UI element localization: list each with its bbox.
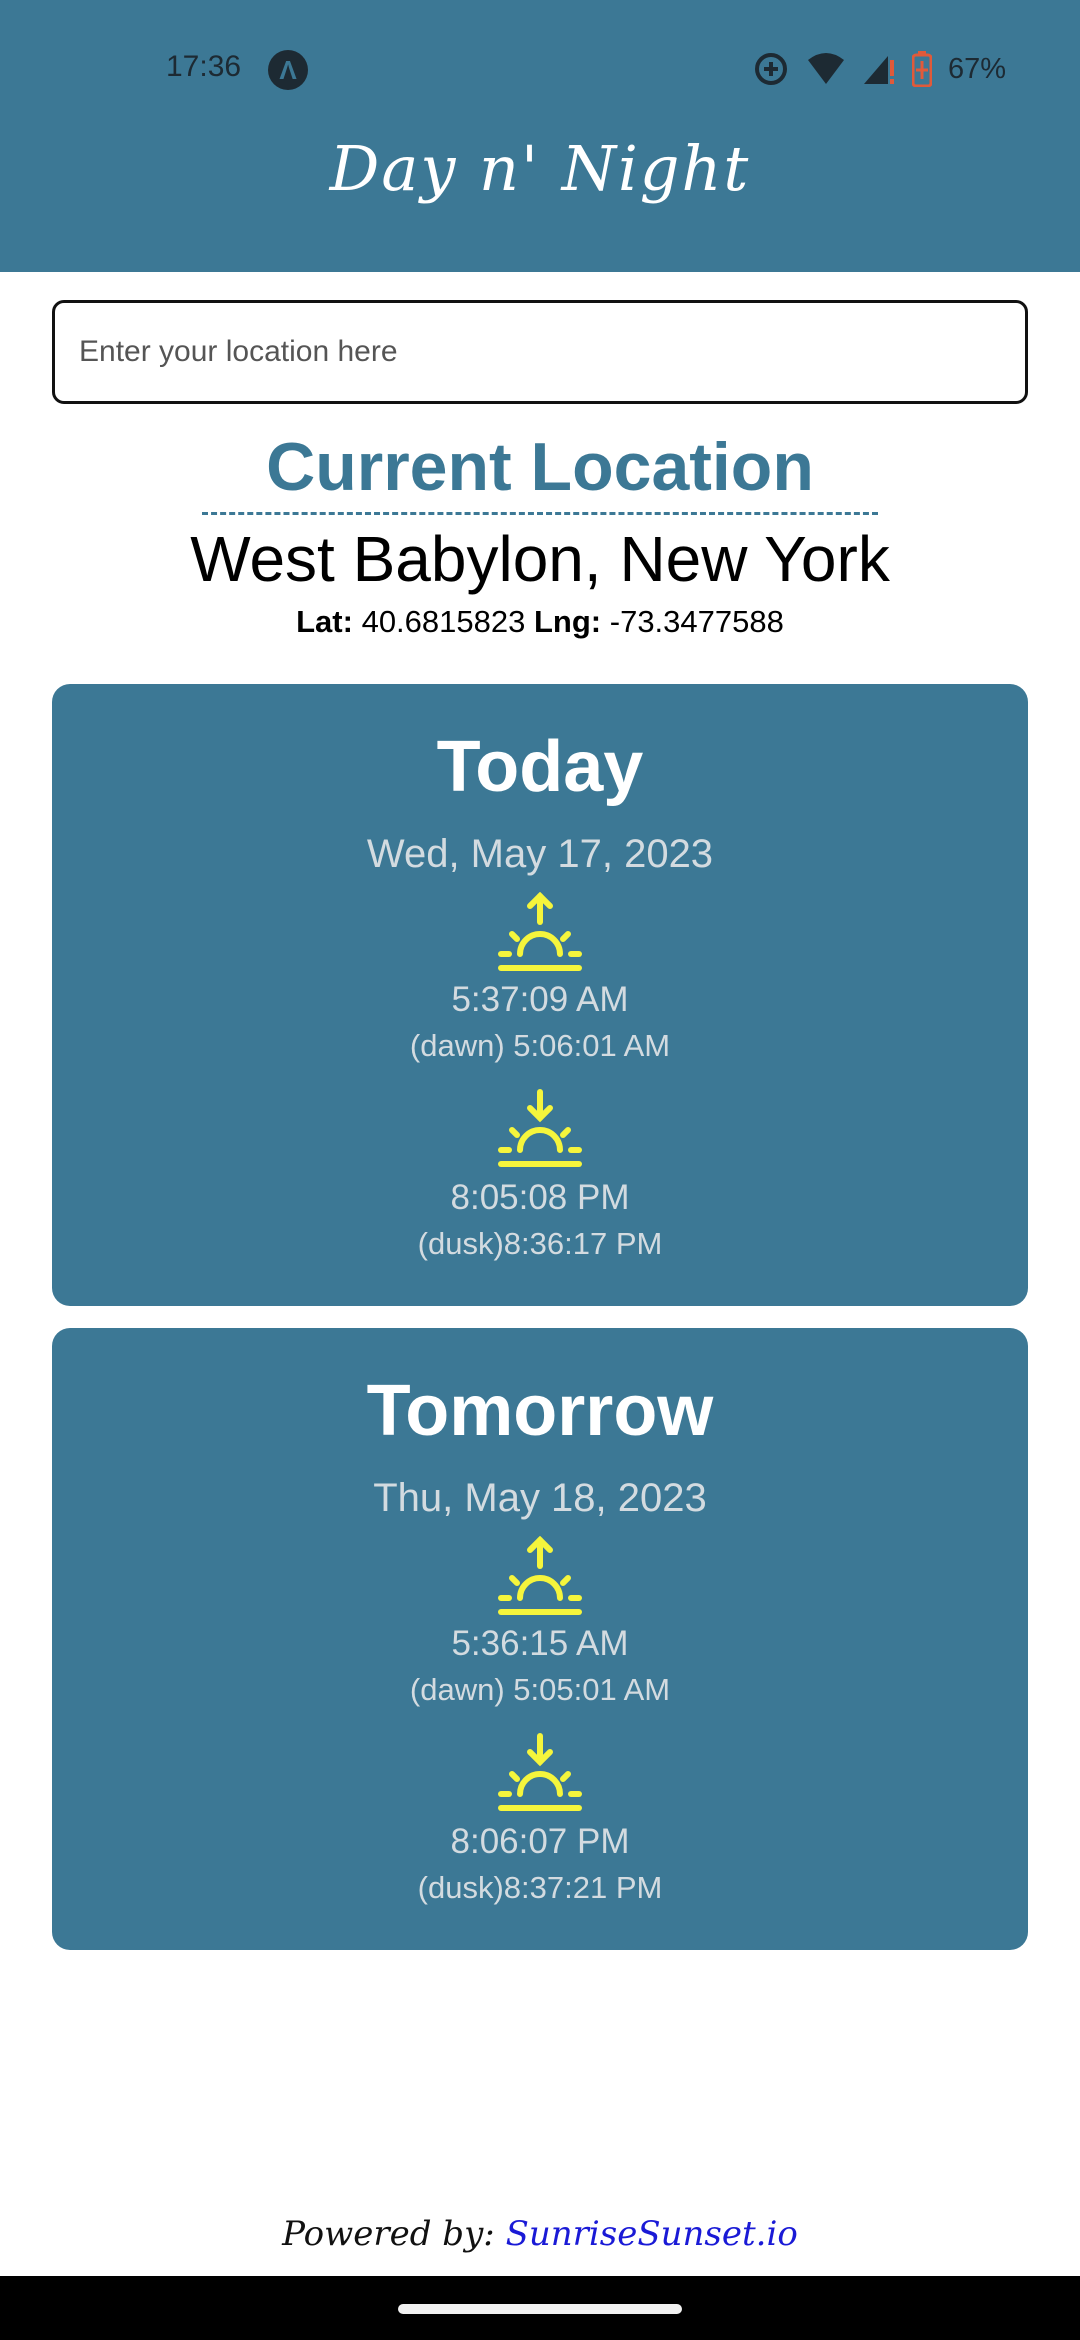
app-title: Day n' Night	[329, 132, 751, 205]
dusk-time: (dusk)8:36:17 PM	[417, 1226, 663, 1261]
sunset-icon	[498, 1089, 582, 1167]
sunset-icon	[498, 1733, 582, 1811]
sunrise-time: 5:37:09 AM	[451, 980, 629, 1019]
today-card: Today Wed, May 17, 2023 5:37:09 AM (dawn…	[52, 684, 1028, 1306]
lat-value: 40.6815823	[361, 604, 526, 639]
location-search-input[interactable]	[52, 300, 1028, 404]
dusk-time: (dusk)8:37:21 PM	[417, 1870, 663, 1905]
sunrisesunset-link[interactable]: SunriseSunset.io	[506, 2214, 798, 2254]
sunrise-time: 5:36:15 AM	[451, 1624, 629, 1663]
card-title: Tomorrow	[366, 1371, 714, 1451]
dawn-time: (dawn) 5:05:01 AM	[409, 1672, 671, 1707]
app-header: 17:36 Λ 67% Day n' Night	[0, 0, 1080, 272]
status-bar: 17:36 Λ 67%	[0, 0, 1080, 140]
coordinates: Lat: 40.6815823 Lng: -73.3477588	[0, 604, 1080, 640]
cell-signal-icon	[863, 56, 894, 84]
data-saver-icon	[754, 53, 787, 85]
lng-label: Lng:	[533, 604, 602, 639]
card-date: Thu, May 18, 2023	[373, 1476, 707, 1520]
card-title: Today	[436, 727, 644, 807]
dawn-time: (dawn) 5:06:01 AM	[409, 1028, 671, 1063]
tomorrow-card: Tomorrow Thu, May 18, 2023 5:36:15 AM (d…	[52, 1328, 1028, 1950]
location-name: West Babylon, New York	[190, 523, 890, 595]
status-icons: 67%	[752, 48, 1006, 90]
footer: Powered by: SunriseSunset.io	[0, 2214, 1080, 2254]
lat-label: Lat:	[296, 604, 353, 639]
sunset-time: 8:06:07 PM	[450, 1822, 630, 1861]
sunrise-icon	[498, 892, 582, 971]
sunset-time: 8:05:08 PM	[450, 1178, 630, 1217]
powered-by-label: Powered by:	[282, 2214, 495, 2254]
home-gesture-handle[interactable]	[398, 2304, 682, 2314]
wifi-icon	[807, 53, 844, 84]
sunrise-icon	[498, 1536, 582, 1615]
status-time: 17:36	[166, 50, 242, 83]
battery-percentage: 67%	[947, 52, 1006, 85]
card-date: Wed, May 17, 2023	[366, 832, 714, 876]
current-location-heading: Current Location	[266, 429, 814, 505]
app-notification-icon: Λ	[268, 50, 308, 90]
location-divider	[202, 512, 878, 515]
lng-value: -73.3477588	[609, 604, 784, 639]
battery-icon	[911, 51, 932, 87]
